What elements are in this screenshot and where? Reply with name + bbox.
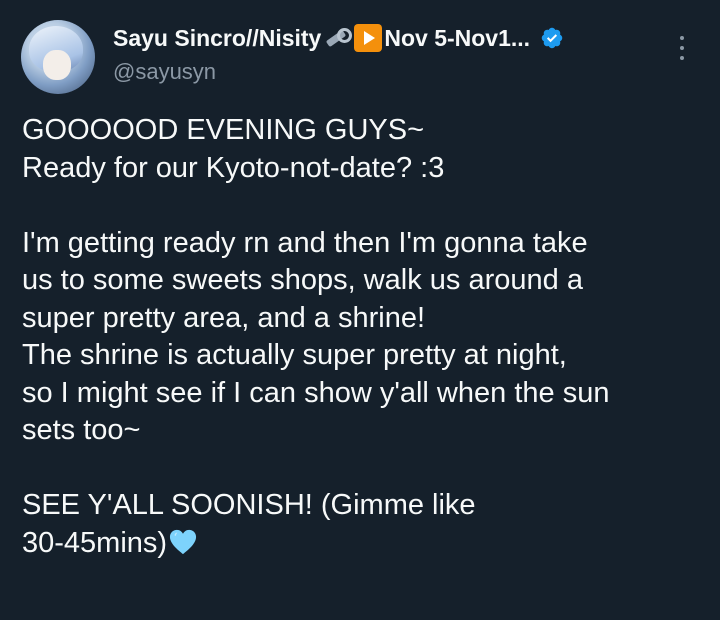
nut-and-bolt-icon	[323, 25, 353, 51]
tweet-line: I'm getting ready rn and then I'm gonna …	[22, 226, 588, 259]
tweet-line: The shrine is actually super pretty at n…	[22, 339, 567, 371]
display-name-part2[interactable]: Nov 5-Nov1...	[384, 25, 530, 52]
tweet-line-blank	[22, 187, 712, 225]
tweet-line-blank	[22, 450, 712, 488]
tweet-line: Ready for our Kyoto-not-date? :3	[22, 151, 445, 184]
tweet-line-last-text: 30-45mins)	[22, 526, 168, 559]
tweet-line: super pretty area, and a shrine!	[22, 301, 426, 334]
author-name-row[interactable]: Sayu Sincro//Nisity Nov 5-Nov1...	[113, 24, 564, 52]
author-handle[interactable]: @sayusyn	[113, 59, 216, 85]
play-button-icon	[354, 24, 383, 52]
display-name-part1[interactable]: Sayu Sincro//Nisity	[113, 25, 321, 52]
tweet-line: sets too~	[22, 414, 141, 446]
more-options-icon[interactable]	[678, 36, 686, 60]
tweet-text: GOOOOOD EVENING GUYS~ Ready for our Kyot…	[22, 112, 712, 562]
tweet-line: GOOOOOD EVENING GUYS~	[22, 114, 425, 146]
tweet-line: SEE Y'ALL SOONISH! (Gimme like	[22, 489, 476, 521]
tweet-line-last: 30-45mins)	[22, 525, 712, 563]
avatar-face	[43, 50, 71, 80]
tweet-line: so I might see if I can show y'all when …	[22, 376, 610, 409]
avatar[interactable]	[21, 20, 95, 94]
light-blue-heart-icon	[169, 529, 197, 554]
verified-badge-icon	[541, 27, 563, 49]
tweet-line: us to some sweets shops, walk us around …	[22, 264, 583, 296]
